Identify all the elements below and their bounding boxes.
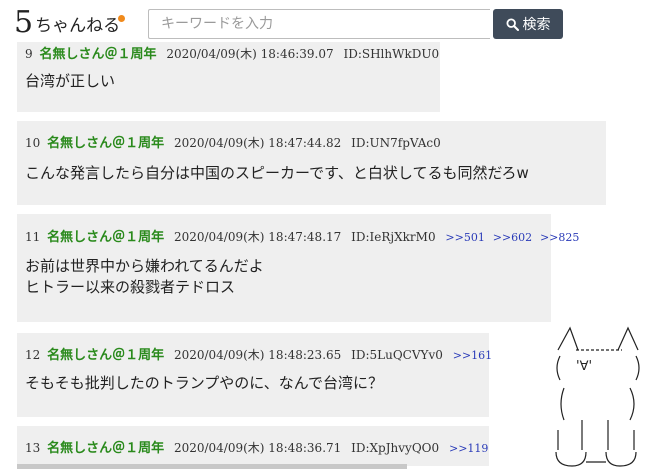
post-meta: 9 名無しさん＠１周年 2020/04/09(木) 18:46:39.07 ID… (25, 43, 439, 62)
poster-id[interactable]: ID:IeRjXkrM0 (351, 230, 435, 244)
post-number[interactable]: 13 (25, 441, 40, 455)
post-number[interactable]: 9 (25, 47, 33, 61)
post-meta: 12 名無しさん＠１周年 2020/04/09(木) 18:48:23.65 I… (25, 344, 492, 363)
post-number[interactable]: 10 (25, 136, 40, 150)
post-meta: 11 名無しさん＠１周年 2020/04/09(木) 18:47:48.17 I… (25, 226, 579, 245)
post-date: 2020/04/09(木) 18:48:23.65 (173, 348, 342, 362)
post-body: お前は世界中から嫌われてるんだよ ヒトラー以来の殺戮者テドロス (25, 256, 264, 298)
poster-id[interactable]: ID:UN7fpVAc0 (351, 136, 441, 150)
poster-id[interactable]: ID:XpJhvyQO0 (351, 441, 439, 455)
post-date: 2020/04/09(木) 18:47:44.82 (173, 136, 342, 150)
post-11: 11 名無しさん＠１周年 2020/04/09(木) 18:47:48.17 I… (17, 214, 579, 322)
site-header: 5 ちゃんねる 検索 (0, 0, 663, 42)
post-body: そもそも批判したのトランプやのに、なんで台湾に？ (25, 373, 383, 394)
logo-text: ちゃんねる (35, 16, 121, 36)
search-icon (505, 17, 519, 31)
ascii-art-cat: '∀' (548, 322, 660, 471)
post-date: 2020/04/09(木) 18:47:48.17 (173, 230, 342, 244)
horizontal-scrollbar[interactable] (17, 464, 407, 469)
reply-anchor-link[interactable]: >>825 (540, 231, 579, 244)
post-body-line: そもそも批判したのトランプやのに、なんで台湾に？ (25, 374, 384, 392)
reply-anchor-link[interactable]: >>602 (493, 231, 532, 244)
post-number[interactable]: 11 (25, 230, 40, 244)
post-body-line: 台湾が正しい (25, 72, 116, 90)
post-12: 12 名無しさん＠１周年 2020/04/09(木) 18:48:23.65 I… (17, 333, 492, 417)
poster-name: 名無しさん＠１周年 (47, 348, 165, 363)
post-body-line: ヒトラー以来の殺戮者テドロス (25, 278, 236, 296)
post-meta: 10 名無しさん＠１周年 2020/04/09(木) 18:47:44.82 I… (25, 132, 441, 151)
reply-anchor-link[interactable]: >>119 (449, 442, 488, 455)
post-date: 2020/04/09(木) 18:46:39.07 (166, 47, 334, 61)
poster-name: 名無しさん＠１周年 (47, 136, 165, 151)
poster-name: 名無しさん＠１周年 (47, 230, 165, 245)
poster-id[interactable]: ID:5LuQCVYv0 (351, 348, 443, 362)
post-meta: 13 名無しさん＠１周年 2020/04/09(木) 18:48:36.71 I… (25, 437, 488, 456)
post-body: こんな発言したら自分は中国のスピーカーです、と白状してるも同然だろw (25, 163, 529, 184)
post-date: 2020/04/09(木) 18:48:36.71 (173, 441, 342, 455)
poster-name: 名無しさん＠１周年 (39, 47, 157, 62)
ascii-art-cat-drawing: '∀' (555, 326, 640, 467)
ascii-art-face: '∀' (576, 359, 592, 374)
reply-anchor-link[interactable]: >>501 (445, 231, 484, 244)
poster-name: 名無しさん＠１周年 (47, 441, 165, 456)
post-13: 13 名無しさん＠１周年 2020/04/09(木) 18:48:36.71 I… (17, 426, 489, 466)
post-10: 10 名無しさん＠１周年 2020/04/09(木) 18:47:44.82 I… (17, 121, 606, 205)
post-9: 9 名無しさん＠１周年 2020/04/09(木) 18:46:39.07 ID… (17, 34, 440, 112)
post-body-line: お前は世界中から嫌われてるんだよ (25, 257, 264, 275)
post-number[interactable]: 12 (25, 348, 40, 362)
site-logo[interactable]: 5 ちゃんねる (14, 4, 126, 40)
post-body: 台湾が正しい (25, 71, 115, 92)
reply-anchor-link[interactable]: >>161 (453, 349, 492, 362)
logo-mark: 5 (14, 5, 34, 40)
search-button[interactable]: 検索 (493, 9, 563, 39)
poster-id[interactable]: ID:SHlhWkDU0 (343, 47, 439, 61)
search-input[interactable] (148, 9, 490, 39)
post-body-line: こんな発言したら自分は中国のスピーカーです、と白状してるも同然だろw (25, 164, 529, 182)
logo-dot-icon (118, 15, 126, 22)
search-button-label: 検索 (522, 17, 551, 33)
